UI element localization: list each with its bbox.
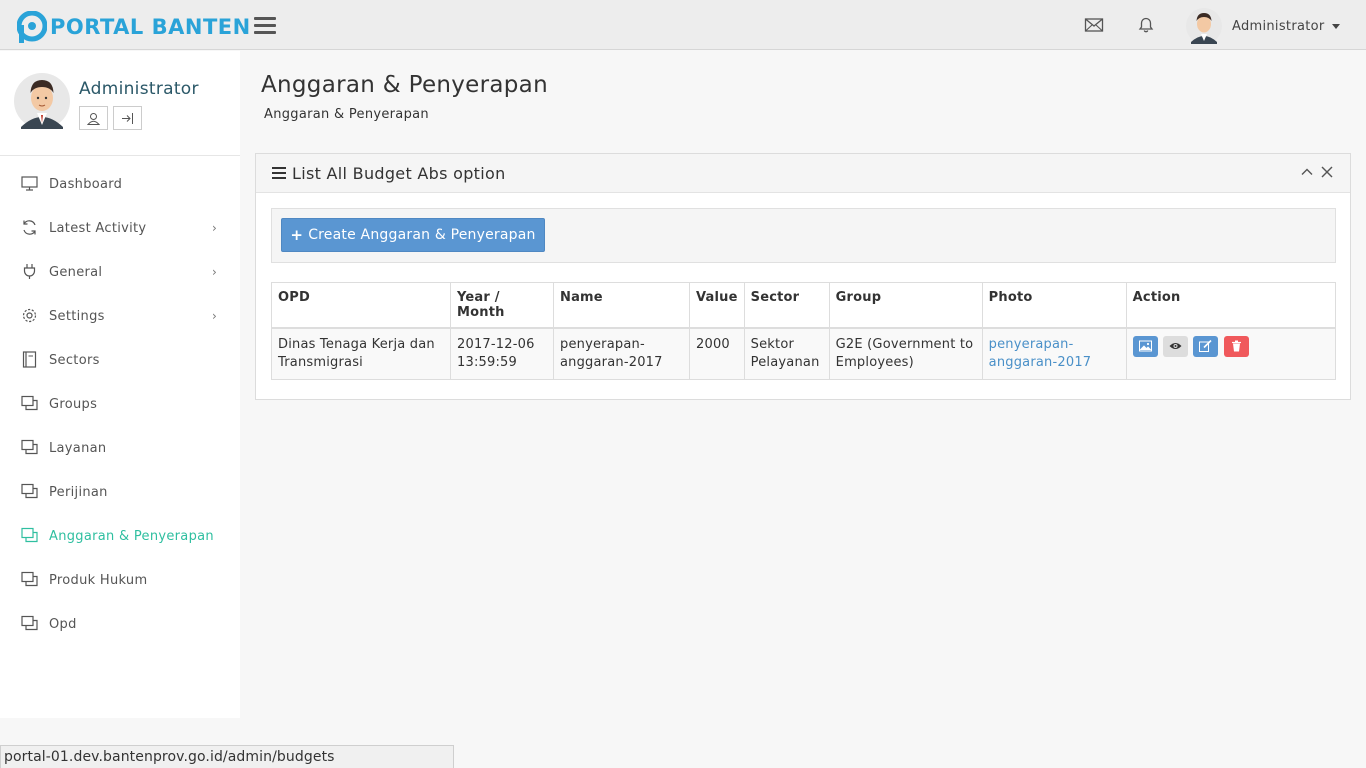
edit-button[interactable] [1193, 336, 1219, 357]
create-anggaran-button[interactable]: + Create Anggaran & Penyerapan [281, 218, 545, 252]
column-header[interactable]: Value [689, 282, 745, 329]
windows-icon [21, 395, 38, 411]
cell-photo: penyerapan-anggaran-2017 [981, 327, 1127, 380]
profile-button[interactable] [79, 106, 108, 130]
view-button[interactable] [1163, 336, 1188, 357]
cell-name: penyerapan-anggaran-2017 [553, 327, 690, 380]
profile-name: Administrator [79, 79, 199, 99]
sidebar-item-label: Sectors [49, 353, 100, 368]
list-icon [272, 167, 286, 179]
bell-icon[interactable] [1136, 16, 1156, 34]
panel-title: List All Budget Abs option [292, 164, 506, 183]
sidebar-item-label: Produk Hukum [49, 573, 148, 588]
page-title: Anggaran & Penyerapan [261, 72, 548, 98]
sidebar-item-label: Opd [49, 617, 77, 632]
cell-value: 2000 [689, 327, 745, 380]
user-name: Administrator [1232, 18, 1325, 34]
user-menu[interactable]: Administrator [1186, 8, 1340, 44]
book-icon [22, 351, 37, 368]
sidebar-item-label: Perijinan [49, 485, 108, 500]
panel-toolbar: + Create Anggaran & Penyerapan [271, 208, 1336, 263]
table-row: Dinas Tenaga Kerja dan Transmigrasi 2017… [271, 327, 1337, 380]
cell-opd: Dinas Tenaga Kerja dan Transmigrasi [271, 327, 451, 380]
sidebar-menu: Dashboard Latest Activity › General › Se… [0, 162, 240, 646]
user-icon [87, 112, 100, 125]
sidebar-item-anggaran-penyerapan[interactable]: Anggaran & Penyerapan [0, 514, 240, 558]
portal-logo-icon [17, 11, 47, 43]
windows-icon [21, 615, 38, 631]
photo-link[interactable]: penyerapan-anggaran-2017 [989, 337, 1092, 370]
delete-button[interactable] [1223, 336, 1249, 357]
create-button-label: Create Anggaran & Penyerapan [308, 227, 536, 243]
column-header[interactable]: Photo [981, 282, 1127, 329]
windows-icon [21, 439, 38, 455]
plus-icon: + [290, 226, 304, 244]
avatar [14, 73, 70, 129]
gear-icon [22, 308, 37, 323]
sidebar-item-label: Settings [49, 309, 105, 324]
column-header[interactable]: Action [1125, 282, 1337, 329]
sidebar-item-label: Latest Activity [49, 221, 147, 236]
cell-group: G2E (Government to Employees) [828, 327, 983, 380]
column-header[interactable]: Name [553, 282, 690, 329]
status-bar-url: portal-01.dev.bantenprov.go.id/admin/bud… [0, 745, 454, 768]
portal-logo[interactable]: PORTAL BANTEN [17, 11, 251, 43]
sidebar-item-settings[interactable]: Settings › [0, 294, 240, 338]
panel-header: List All Budget Abs option [256, 154, 1350, 193]
budget-list-panel: List All Budget Abs option + Create Angg… [255, 153, 1351, 400]
hamburger-icon[interactable] [254, 17, 276, 35]
chevron-up-icon[interactable] [1299, 164, 1315, 180]
image-button[interactable] [1132, 336, 1158, 357]
sidebar-item-label: Dashboard [49, 177, 123, 192]
cell-year-month: 2017-12-06 13:59:59 [450, 327, 554, 380]
windows-icon [21, 483, 38, 499]
image-icon [1138, 340, 1152, 352]
sidebar-item-latest-activity[interactable]: Latest Activity › [0, 206, 240, 250]
breadcrumb: Anggaran & Penyerapan [264, 107, 429, 122]
chevron-right-icon: › [212, 309, 217, 323]
windows-icon [21, 527, 38, 543]
column-header[interactable]: Year / Month [450, 282, 554, 329]
column-header[interactable]: OPD [271, 282, 451, 329]
plug-icon [23, 264, 36, 279]
sidebar-item-label: Groups [49, 397, 98, 412]
avatar [1186, 8, 1222, 44]
sidebar-profile: Administrator [0, 51, 240, 156]
column-header[interactable]: Sector [743, 282, 830, 329]
edit-icon [1199, 340, 1212, 352]
sidebar-item-layanan[interactable]: Layanan [0, 426, 240, 470]
monitor-icon [21, 176, 38, 191]
sidebar-item-dashboard[interactable]: Dashboard [0, 162, 240, 206]
top-navbar: PORTAL BANTEN Administrator [0, 0, 1366, 50]
sidebar-item-opd[interactable]: Opd [0, 602, 240, 646]
cell-action [1125, 327, 1337, 380]
sidebar: Administrator Dashboard Latest Activity … [0, 51, 240, 718]
table-header-row: OPD Year / Month Name Value Sector Group… [271, 282, 1337, 329]
logout-button[interactable] [113, 106, 142, 130]
sidebar-item-label: Anggaran & Penyerapan [49, 529, 214, 544]
budget-table: OPD Year / Month Name Value Sector Group… [271, 282, 1337, 380]
sidebar-item-general[interactable]: General › [0, 250, 240, 294]
caret-down-icon [1331, 23, 1340, 29]
chevron-right-icon: › [212, 221, 217, 235]
windows-icon [21, 571, 38, 587]
sidebar-item-produk-hukum[interactable]: Produk Hukum [0, 558, 240, 602]
trash-icon [1231, 340, 1241, 352]
sidebar-item-sectors[interactable]: Sectors [0, 338, 240, 382]
sidebar-item-label: Layanan [49, 441, 107, 456]
eye-icon [1169, 343, 1182, 349]
cell-sector: Sektor Pelayanan [743, 327, 830, 380]
chevron-right-icon: › [212, 265, 217, 279]
column-header[interactable]: Group [828, 282, 983, 329]
portal-logo-text: PORTAL BANTEN [50, 15, 251, 39]
sidebar-item-label: General [49, 265, 103, 280]
sidebar-item-groups[interactable]: Groups [0, 382, 240, 426]
envelope-icon[interactable] [1084, 16, 1104, 34]
refresh-icon [23, 220, 36, 235]
sign-out-icon [122, 112, 133, 124]
sidebar-item-perijinan[interactable]: Perijinan [0, 470, 240, 514]
close-icon[interactable] [1319, 164, 1335, 180]
